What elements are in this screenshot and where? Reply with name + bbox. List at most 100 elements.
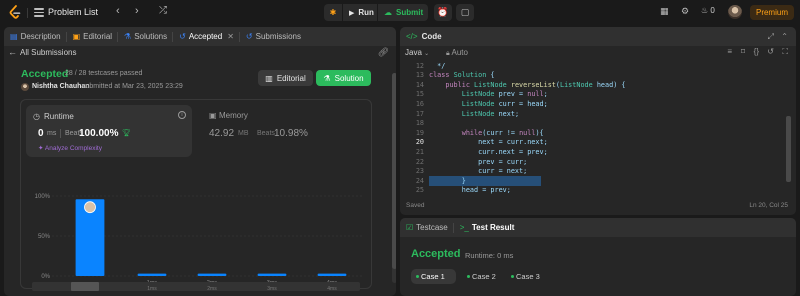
- debug-button[interactable]: ✱: [324, 4, 342, 21]
- arrow-left-icon[interactable]: ←: [8, 47, 17, 57]
- testcases-passed: 28 / 28 testcases passed: [65, 70, 143, 77]
- case-2-tab[interactable]: Case 2: [462, 269, 502, 284]
- notes-button[interactable]: ▢: [456, 4, 474, 21]
- author-name[interactable]: Nishtha Chauhan: [32, 83, 90, 90]
- overview-handle: [71, 282, 99, 291]
- tab-accepted[interactable]: ↺ Accepted ✕: [179, 32, 234, 41]
- overview-label: 3ms: [267, 286, 277, 291]
- cursor-position: Ln 20, Col 25: [749, 202, 788, 209]
- submitted-at: submitted at Mar 23, 2025 23:29: [82, 83, 183, 90]
- checkbox-icon: ☑: [406, 223, 414, 232]
- language-select[interactable]: Java ⌄: [405, 48, 429, 57]
- code-line: 19 while(curr != null){: [400, 129, 780, 139]
- shuffle-icon[interactable]: ⤮: [159, 5, 167, 16]
- line-number: 19: [415, 128, 424, 137]
- run-toolbar: ✱ ▶ Run ☁ Submit: [324, 4, 428, 21]
- line-number: 24: [415, 176, 424, 185]
- runtime-value: 0: [38, 128, 44, 139]
- format-icon[interactable]: ≡: [727, 47, 732, 56]
- auto-mode[interactable]: 🔒︎ Auto: [446, 48, 468, 58]
- tab-solutions[interactable]: ⚗ Solutions: [124, 32, 167, 41]
- all-submissions-link[interactable]: All Submissions: [20, 48, 76, 57]
- braces-icon[interactable]: {}: [754, 47, 759, 56]
- code-brackets-icon: </>: [406, 32, 418, 41]
- code-text: ListNode next;: [461, 109, 520, 118]
- tab-test-result[interactable]: >_ Test Result: [460, 223, 515, 232]
- fullscreen-icon[interactable]: ⛶: [782, 47, 788, 57]
- code-line: 12 */: [400, 62, 780, 72]
- code-text: class Solution {: [429, 71, 495, 80]
- link-icon[interactable]: 🔗︎: [378, 47, 389, 58]
- bar: [137, 273, 167, 276]
- author-avatar: [21, 83, 29, 91]
- code-text: }: [429, 176, 466, 185]
- code-panel: </> Code ⤢ ⌃ Java ⌄ 🔒︎ Auto ≡ ⌑ {} ↺ ⛶ 1…: [400, 27, 796, 215]
- book-icon: ▥: [265, 73, 273, 83]
- trophy-icon: 🏆︎: [122, 130, 131, 137]
- bar: [197, 273, 227, 276]
- line-number: 18: [415, 119, 424, 128]
- code-toolbar: Java ⌄ 🔒︎ Auto ≡ ⌑ {} ↺ ⛶: [400, 46, 796, 60]
- editorial-icon: ▣: [72, 32, 81, 41]
- memory-label[interactable]: Memory: [219, 111, 248, 120]
- streak-counter[interactable]: ♨ 0: [701, 6, 715, 15]
- timer-button[interactable]: ⏰: [434, 4, 452, 21]
- run-button[interactable]: ▶ Run: [343, 4, 377, 21]
- tab-submissions[interactable]: ↺ Submissions: [246, 32, 301, 41]
- chevron-down-icon: ⌄: [424, 51, 430, 57]
- runtime-card[interactable]: ◷ Runtime i 0 ms Beats 100.00% 🏆︎ ✦ Anal…: [26, 105, 192, 157]
- submission-status: Accepted: [21, 68, 69, 80]
- avatar[interactable]: [728, 5, 742, 19]
- code-text: curr = next;: [429, 167, 528, 176]
- memory-unit: MB: [238, 130, 249, 137]
- collapse-icon[interactable]: ⌃: [781, 32, 788, 41]
- case-3-tab[interactable]: Case 3: [506, 269, 546, 284]
- bar: [257, 273, 287, 276]
- code-line: 20 next = curr.next;: [400, 138, 780, 148]
- line-number: 21: [415, 147, 424, 156]
- code-text: head = prev;: [429, 186, 511, 195]
- result-status: Accepted: [411, 248, 461, 260]
- close-icon[interactable]: ✕: [227, 32, 234, 41]
- chevron-left-icon[interactable]: ‹: [116, 5, 120, 17]
- line-number: 20: [415, 138, 424, 147]
- info-icon[interactable]: i: [178, 111, 186, 119]
- solution-button[interactable]: ⚗ Solution: [316, 70, 371, 86]
- flame-icon: ♨: [701, 6, 709, 15]
- left-tab-bar: ▤ Description ▣ Editorial ⚗ Solutions ↺ Acce…: [4, 27, 396, 46]
- premium-button[interactable]: Premium: [750, 5, 794, 20]
- tab-description[interactable]: ▤ Description: [10, 32, 61, 41]
- top-nav: Problem List ‹ › ⤮ ✱ ▶ Run ☁ Submit ⏰ ▢ ▦ …: [0, 0, 800, 25]
- problem-list-link[interactable]: Problem List: [48, 7, 98, 17]
- notes-icon: ▢: [460, 7, 470, 17]
- editorial-button[interactable]: ▥ Editorial: [258, 70, 313, 86]
- code-line: 25 head = prev;: [400, 186, 780, 196]
- overview-label: 1ms: [147, 286, 157, 291]
- code-scrollbar[interactable]: [784, 60, 793, 198]
- overview-label: 4ms: [327, 286, 337, 291]
- tab-editorial[interactable]: ▣ Editorial: [73, 32, 112, 41]
- list-icon[interactable]: [34, 8, 44, 17]
- bookmark-icon[interactable]: ⌑: [741, 47, 745, 56]
- gear-icon[interactable]: ⚙: [681, 6, 689, 17]
- maximize-icon[interactable]: ⤢: [768, 32, 774, 42]
- line-number: 14: [415, 80, 424, 89]
- analyze-complexity-link[interactable]: ✦ Analyze Complexity: [38, 144, 102, 152]
- submit-button[interactable]: ☁ Submit: [378, 4, 428, 21]
- reset-icon[interactable]: ↺: [767, 47, 774, 56]
- chevron-right-icon[interactable]: ›: [135, 5, 139, 17]
- layout-icon[interactable]: ▦: [660, 6, 669, 17]
- memory-chip-icon: ▣: [209, 111, 217, 120]
- left-scrollbar[interactable]: [392, 73, 396, 283]
- case-1-tab[interactable]: Case 1: [411, 269, 456, 284]
- terminal-icon: >_: [459, 223, 469, 232]
- memory-value: 42.92: [209, 128, 235, 139]
- leetcode-logo-icon[interactable]: [8, 5, 22, 20]
- y-tick-label: 100%: [35, 194, 51, 200]
- tab-testcase[interactable]: ☑ Testcase: [406, 223, 448, 232]
- line-number: 22: [415, 157, 424, 166]
- runtime-distribution-chart: 100%50%0%1ms2ms3ms4ms1ms2ms3ms4ms: [32, 194, 362, 291]
- code-line: 16 ListNode curr = head;: [400, 100, 780, 110]
- code-editor[interactable]: 12 */13 class Solution {14 public ListNod…: [400, 60, 786, 198]
- code-text: */: [429, 61, 446, 70]
